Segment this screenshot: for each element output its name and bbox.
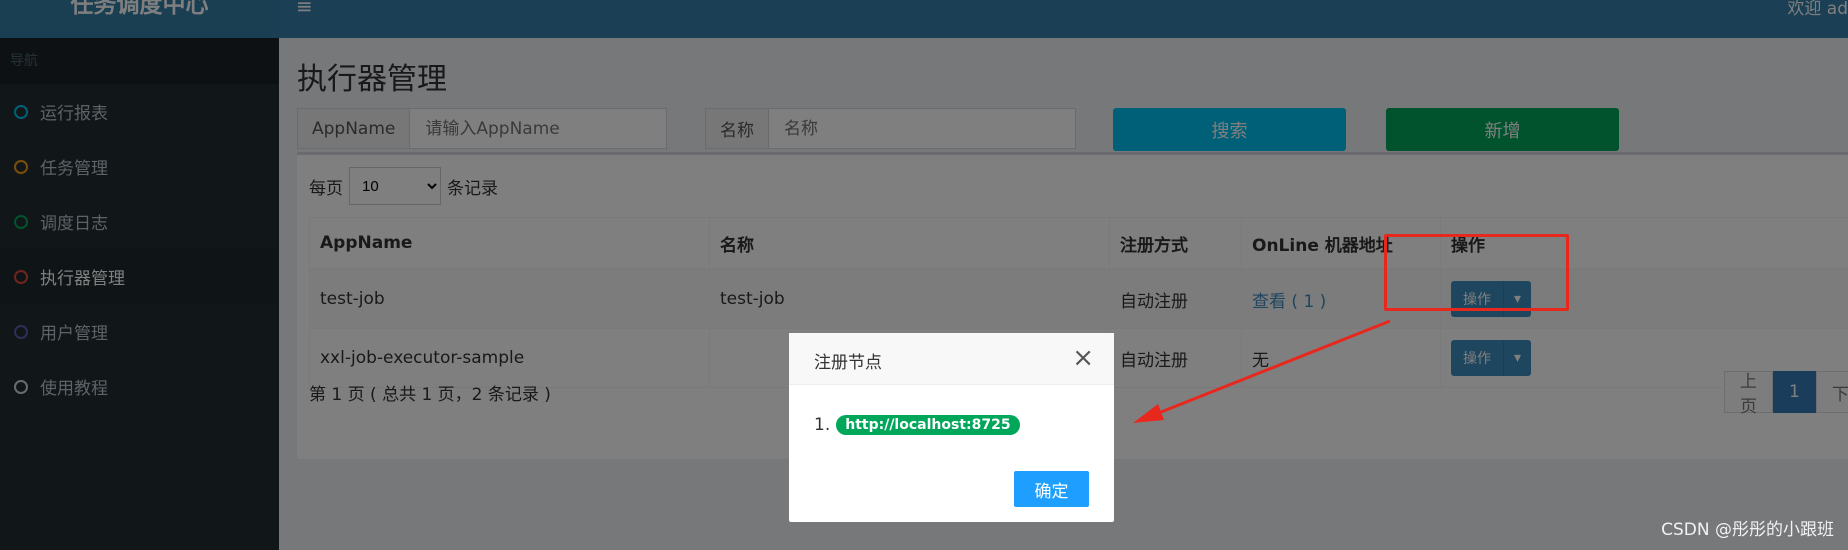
watermark: CSDN @彤彤的小跟班 [1661,520,1834,540]
list-index: 1. [814,415,831,435]
dialog-header: 注册节点 × [789,333,1114,385]
confirm-button[interactable]: 确定 [1014,471,1089,507]
address-badge: http://localhost:8725 [836,415,1020,435]
dialog-title: 注册节点 [814,353,882,373]
registry-node-dialog: 注册节点 × 1. http://localhost:8725 确定 [789,333,1114,522]
dialog-body: 1. http://localhost:8725 [814,415,1020,435]
close-icon[interactable]: × [1072,343,1094,373]
